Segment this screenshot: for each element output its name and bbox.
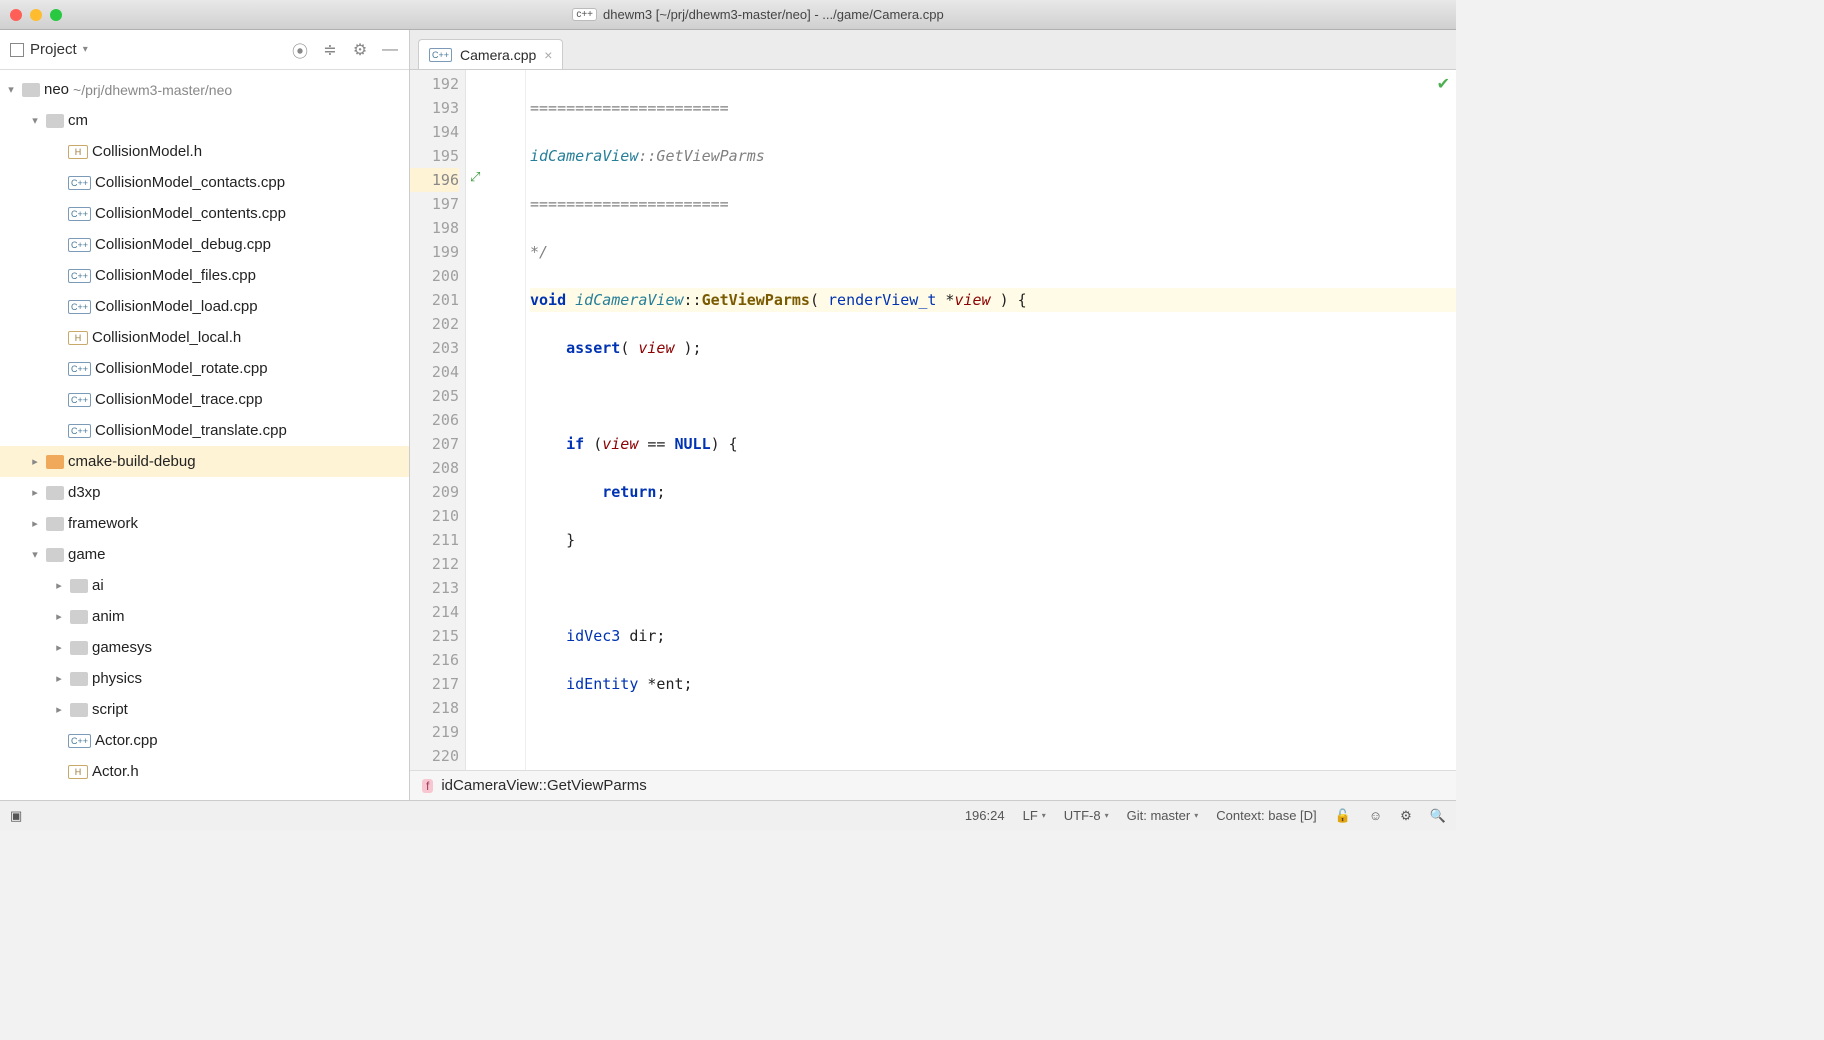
tree-item-label: Actor.cpp: [95, 732, 158, 749]
tree-item-label: CollisionModel_load.cpp: [95, 298, 258, 315]
tree-item-label: CollisionModel_contacts.cpp: [95, 174, 285, 191]
tree-item-label: neo: [44, 81, 69, 98]
tree-folder-framework[interactable]: ▸framework: [0, 508, 409, 539]
tree-item-label: physics: [92, 670, 142, 687]
tree-file[interactable]: C++CollisionModel_rotate.cpp: [0, 353, 409, 384]
search-icon[interactable]: 🔍: [1430, 808, 1446, 824]
close-icon[interactable]: ×: [544, 47, 552, 63]
tree-file[interactable]: C++CollisionModel_contacts.cpp: [0, 167, 409, 198]
tree-file[interactable]: HActor.h: [0, 756, 409, 787]
window-title: dhewm3 [~/prj/dhewm3-master/neo] - .../g…: [603, 7, 944, 22]
tree-item-label: ai: [92, 577, 104, 594]
editor-area[interactable]: 1921931941951961971981992002012022032042…: [410, 70, 1456, 770]
editor-tabbar: C++ Camera.cpp ×: [410, 30, 1456, 70]
inspector-icon[interactable]: ☺: [1369, 808, 1382, 823]
zoom-icon[interactable]: [50, 9, 62, 21]
lock-icon[interactable]: 🔓: [1335, 808, 1351, 824]
tree-folder-d3xp[interactable]: ▸d3xp: [0, 477, 409, 508]
tree-folder-gamesys[interactable]: ▸gamesys: [0, 632, 409, 663]
cpp-icon: C++: [429, 48, 452, 62]
tree-file[interactable]: C++CollisionModel_debug.cpp: [0, 229, 409, 260]
chevron-down-icon: ▾: [83, 44, 88, 55]
settings-icon[interactable]: ⚙: [1400, 808, 1412, 824]
tree-file[interactable]: C++CollisionModel_trace.cpp: [0, 384, 409, 415]
tree-file[interactable]: C++CollisionModel_translate.cpp: [0, 415, 409, 446]
project-selector[interactable]: Project ▾: [10, 41, 88, 58]
tool-window-icon[interactable]: ▣: [10, 808, 22, 824]
project-icon: [10, 43, 24, 57]
encoding[interactable]: UTF-8 ▾: [1064, 808, 1109, 823]
tree-file[interactable]: HCollisionModel_local.h: [0, 322, 409, 353]
tree-item-label: script: [92, 701, 128, 718]
statusbar: ▣ 196:24 LF ▾ UTF-8 ▾ Git: master ▾ Cont…: [0, 800, 1456, 830]
git-branch[interactable]: Git: master ▾: [1127, 808, 1199, 823]
project-tree[interactable]: ▾ neo ~/prj/dhewm3-master/neo ▾ cm HColl…: [0, 70, 409, 800]
tree-file[interactable]: C++Actor.cpp: [0, 725, 409, 756]
tree-file[interactable]: C++CollisionModel_files.cpp: [0, 260, 409, 291]
tree-item-label: d3xp: [68, 484, 101, 501]
tree-file[interactable]: HCollisionModel.h: [0, 136, 409, 167]
line-gutter: 1921931941951961971981992002012022032042…: [410, 70, 466, 770]
minimize-icon[interactable]: [30, 9, 42, 21]
file-type-badge: c++: [572, 8, 597, 21]
nav-marker-icon[interactable]: ⤢: [470, 169, 484, 183]
tree-item-label: framework: [68, 515, 138, 532]
code-text[interactable]: ====================== idCameraView::Get…: [526, 70, 1456, 770]
function-badge-icon: f: [422, 779, 433, 793]
inspection-ok-icon[interactable]: ✔: [1437, 74, 1450, 94]
tree-item-label: CollisionModel_translate.cpp: [95, 422, 287, 439]
hide-icon[interactable]: —: [381, 41, 399, 59]
tree-folder-ai[interactable]: ▸ai: [0, 570, 409, 601]
tree-file[interactable]: C++CollisionModel_contents.cpp: [0, 198, 409, 229]
tab-camera-cpp[interactable]: C++ Camera.cpp ×: [418, 39, 563, 69]
target-icon[interactable]: ⦿: [291, 41, 309, 59]
tree-item-label: CollisionModel_trace.cpp: [95, 391, 263, 408]
project-sidebar: Project ▾ ⦿ ≑ ⚙ — ▾ neo ~/prj/dhewm3-mas…: [0, 30, 410, 800]
close-icon[interactable]: [10, 9, 22, 21]
tree-item-label: CollisionModel_files.cpp: [95, 267, 256, 284]
tree-item-label: CollisionModel_local.h: [92, 329, 241, 346]
breadcrumb-bar: f idCameraView::GetViewParms: [410, 770, 1456, 800]
tree-folder-cmake[interactable]: ▸ cmake-build-debug: [0, 446, 409, 477]
tree-folder-physics[interactable]: ▸physics: [0, 663, 409, 694]
context[interactable]: Context: base [D]: [1216, 808, 1316, 823]
tree-item-label: game: [68, 546, 106, 563]
caret-position: 196:24: [965, 808, 1005, 823]
tree-item-label: CollisionModel.h: [92, 143, 202, 160]
tree-item-label: CollisionModel_rotate.cpp: [95, 360, 268, 377]
window-controls: [10, 9, 62, 21]
tree-item-label: cm: [68, 112, 88, 129]
gear-icon[interactable]: ⚙: [351, 41, 369, 59]
tree-item-path: ~/prj/dhewm3-master/neo: [73, 82, 232, 98]
sidebar-toolbar: Project ▾ ⦿ ≑ ⚙ —: [0, 30, 409, 70]
tree-item-label: CollisionModel_contents.cpp: [95, 205, 286, 222]
line-separator[interactable]: LF ▾: [1023, 808, 1046, 823]
breadcrumb-text[interactable]: idCameraView::GetViewParms: [441, 777, 646, 794]
tree-folder-cm[interactable]: ▾ cm: [0, 105, 409, 136]
marker-strip: ⤢: [466, 70, 526, 770]
tree-item-label: CollisionModel_debug.cpp: [95, 236, 271, 253]
titlebar: c++ dhewm3 [~/prj/dhewm3-master/neo] - .…: [0, 0, 1456, 30]
tree-item-label: anim: [92, 608, 125, 625]
tree-folder-anim[interactable]: ▸anim: [0, 601, 409, 632]
tree-root[interactable]: ▾ neo ~/prj/dhewm3-master/neo: [0, 74, 409, 105]
tree-file[interactable]: C++CollisionModel_load.cpp: [0, 291, 409, 322]
tree-folder-game[interactable]: ▾game: [0, 539, 409, 570]
tree-item-label: Actor.h: [92, 763, 139, 780]
tree-item-label: cmake-build-debug: [68, 453, 196, 470]
tree-folder-script[interactable]: ▸script: [0, 694, 409, 725]
project-label: Project: [30, 41, 77, 58]
collapse-icon[interactable]: ≑: [321, 41, 339, 59]
tab-label: Camera.cpp: [460, 47, 536, 63]
tree-item-label: gamesys: [92, 639, 152, 656]
